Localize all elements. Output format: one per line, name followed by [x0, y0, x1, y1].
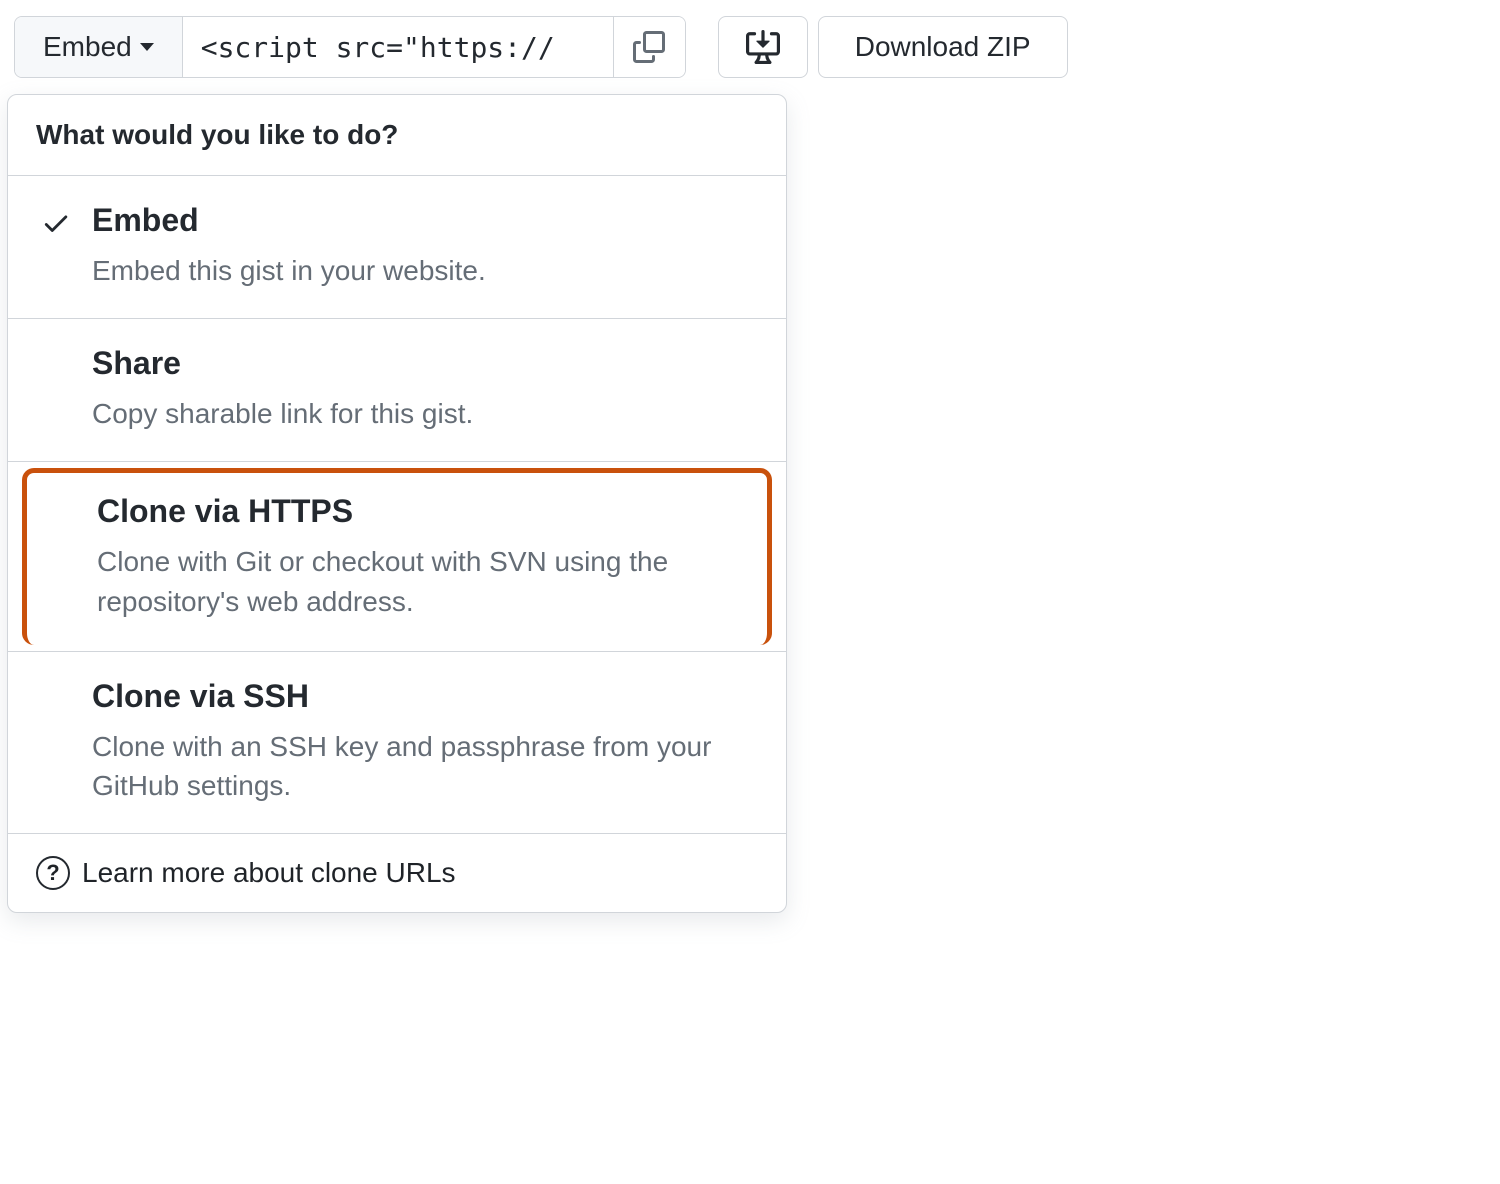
check-icon — [36, 202, 76, 238]
dropdown-item-content: Share Copy sharable link for this gist. — [92, 345, 758, 433]
question-icon: ? — [36, 856, 70, 890]
dropdown-item-description: Clone with Git or checkout with SVN usin… — [97, 542, 753, 620]
dropdown-item-description: Embed this gist in your website. — [92, 251, 758, 290]
toolbar: Embed Download ZIP — [0, 0, 1500, 94]
check-placeholder — [36, 345, 76, 351]
copy-icon — [633, 31, 665, 63]
embed-dropdown-button[interactable]: Embed — [15, 17, 183, 77]
dropdown-item-embed[interactable]: Embed Embed this gist in your website. — [8, 176, 786, 319]
desktop-download-button[interactable] — [718, 16, 808, 78]
dropdown-item-description: Copy sharable link for this gist. — [92, 394, 758, 433]
desktop-download-icon — [746, 30, 780, 64]
embed-dropdown-menu: What would you like to do? Embed Embed t… — [7, 94, 787, 913]
dropdown-item-content: Clone via SSH Clone with an SSH key and … — [92, 678, 758, 805]
dropdown-item-title: Clone via HTTPS — [97, 493, 753, 530]
dropdown-item-content: Embed Embed this gist in your website. — [92, 202, 758, 290]
dropdown-item-title: Share — [92, 345, 758, 382]
embed-group: Embed — [14, 16, 686, 78]
dropdown-item-share[interactable]: Share Copy sharable link for this gist. — [8, 319, 786, 462]
embed-dropdown-label: Embed — [43, 31, 132, 63]
dropdown-item-description: Clone with an SSH key and passphrase fro… — [92, 727, 758, 805]
copy-button[interactable] — [613, 17, 685, 77]
dropdown-item-clone-https[interactable]: Clone via HTTPS Clone with Git or checko… — [22, 468, 772, 644]
caret-down-icon — [140, 43, 154, 51]
dropdown-footer-label: Learn more about clone URLs — [82, 857, 456, 889]
check-placeholder — [41, 493, 81, 499]
dropdown-item-title: Embed — [92, 202, 758, 239]
dropdown-footer-link[interactable]: ? Learn more about clone URLs — [8, 834, 786, 912]
dropdown-header: What would you like to do? — [8, 95, 786, 176]
dropdown-item-content: Clone via HTTPS Clone with Git or checko… — [97, 493, 753, 620]
embed-script-input[interactable] — [183, 17, 613, 77]
dropdown-item-clone-ssh[interactable]: Clone via SSH Clone with an SSH key and … — [8, 652, 786, 834]
dropdown-item-title: Clone via SSH — [92, 678, 758, 715]
check-placeholder — [36, 678, 76, 684]
download-zip-button[interactable]: Download ZIP — [818, 16, 1068, 78]
